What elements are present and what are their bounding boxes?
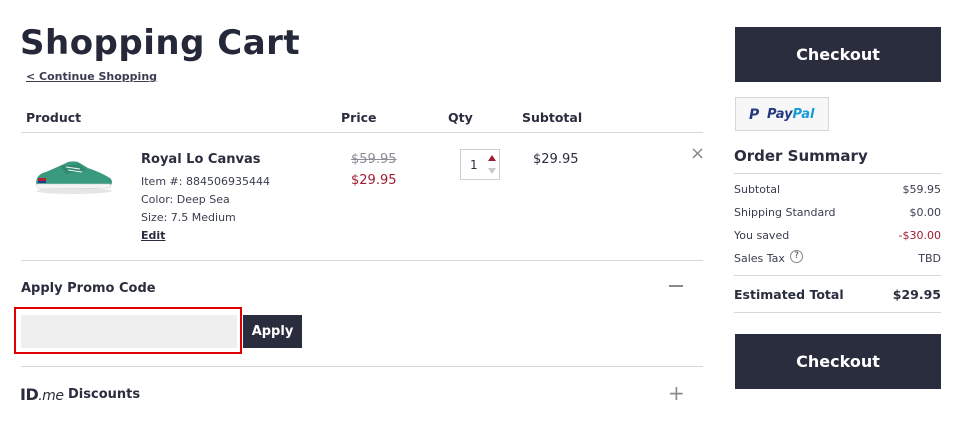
promo-code-input[interactable] bbox=[21, 315, 237, 348]
product-color: Color: Deep Sea bbox=[141, 193, 230, 206]
summary-saved-label: You saved bbox=[734, 229, 790, 242]
header-price: Price bbox=[341, 110, 377, 125]
apply-promo-button[interactable]: Apply bbox=[243, 315, 302, 348]
estimated-total-value: $29.95 bbox=[892, 287, 941, 302]
estimated-total-label: Estimated Total bbox=[734, 287, 844, 302]
help-question-icon[interactable]: ? bbox=[790, 250, 803, 263]
paypal-text-pal: Pal bbox=[792, 107, 815, 122]
idme-logo-me: .me bbox=[38, 388, 64, 404]
divider bbox=[734, 312, 941, 313]
product-size: Size: 7.5 Medium bbox=[141, 211, 236, 224]
original-price: $59.95 bbox=[351, 152, 397, 167]
expand-plus-icon[interactable]: + bbox=[668, 383, 685, 403]
collapse-minus-icon[interactable] bbox=[669, 285, 683, 287]
quantity-value[interactable]: 1 bbox=[470, 158, 478, 172]
order-summary-title: Order Summary bbox=[734, 147, 868, 165]
divider bbox=[21, 132, 703, 133]
summary-saved-value: -$30.00 bbox=[898, 229, 941, 242]
paypal-button[interactable]: P PayPal bbox=[735, 97, 829, 131]
idme-logo-id: ID bbox=[20, 385, 39, 404]
divider bbox=[21, 366, 703, 367]
idme-discounts-label[interactable]: Discounts bbox=[68, 387, 140, 402]
summary-subtotal-value: $59.95 bbox=[902, 183, 942, 196]
promo-code-label: Apply Promo Code bbox=[21, 281, 156, 296]
divider bbox=[734, 173, 941, 174]
header-subtotal: Subtotal bbox=[522, 110, 583, 125]
sale-price: $29.95 bbox=[351, 173, 397, 188]
product-name[interactable]: Royal Lo Canvas bbox=[141, 152, 260, 167]
continue-shopping-link[interactable]: < Continue Shopping bbox=[26, 70, 157, 83]
line-subtotal: $29.95 bbox=[533, 152, 579, 167]
product-item-number: Item #: 884506935444 bbox=[141, 175, 270, 188]
summary-subtotal-label: Subtotal bbox=[734, 183, 781, 196]
checkout-button-bottom[interactable]: Checkout bbox=[735, 334, 941, 389]
quantity-increase-icon[interactable] bbox=[488, 155, 496, 161]
header-qty: Qty bbox=[448, 110, 473, 125]
idme-logo: ID.me bbox=[20, 385, 64, 404]
paypal-text-pay: Pay bbox=[767, 107, 793, 122]
page-title: Shopping Cart bbox=[20, 23, 301, 63]
paypal-icon: P bbox=[749, 107, 760, 123]
summary-shipping-label: Shipping Standard bbox=[734, 206, 836, 219]
paypal-wordmark: PayPal bbox=[767, 107, 814, 122]
summary-shipping-value: $0.00 bbox=[909, 206, 942, 219]
product-image[interactable] bbox=[30, 150, 116, 196]
remove-item-icon[interactable]: × bbox=[690, 145, 705, 163]
quantity-stepper[interactable]: 1 bbox=[460, 149, 500, 180]
checkout-button-top[interactable]: Checkout bbox=[735, 27, 941, 82]
divider bbox=[21, 260, 703, 261]
summary-tax-value: TBD bbox=[918, 252, 941, 265]
divider bbox=[734, 275, 941, 276]
header-product: Product bbox=[26, 110, 82, 125]
quantity-decrease-icon[interactable] bbox=[488, 168, 496, 174]
summary-tax-label: Sales Tax bbox=[734, 252, 785, 265]
edit-item-link[interactable]: Edit bbox=[141, 229, 165, 242]
